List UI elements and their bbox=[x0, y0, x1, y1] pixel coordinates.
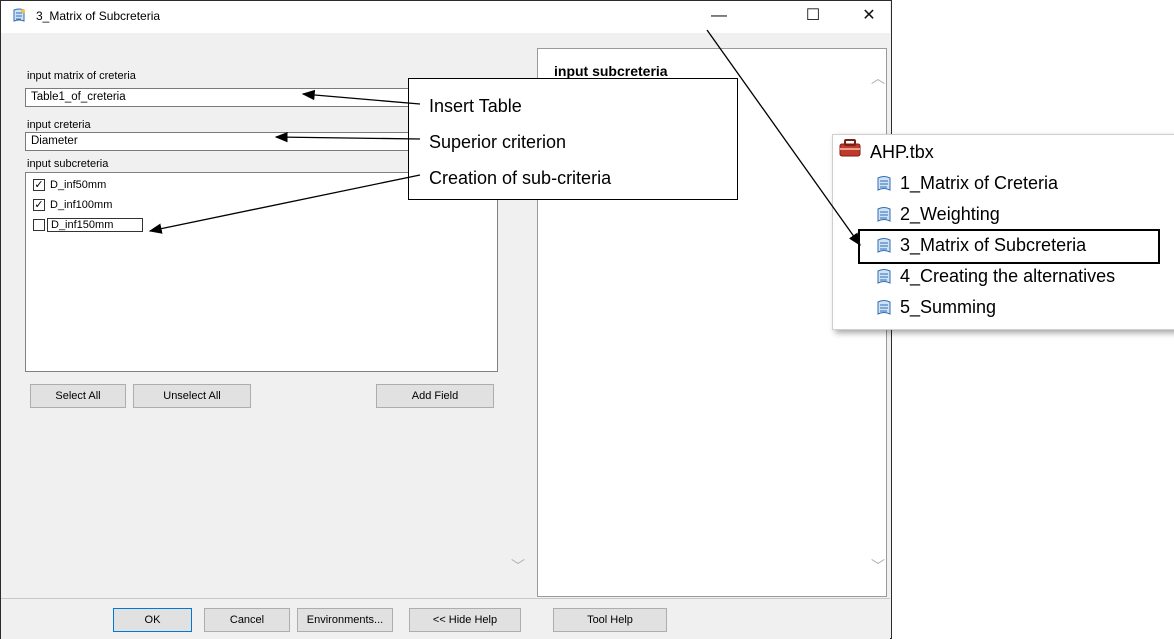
close-button[interactable]: ✕ bbox=[846, 1, 892, 31]
list-item-editing[interactable]: D_inf150mm bbox=[47, 218, 143, 232]
help-scroll-up-icon[interactable]: ︿ bbox=[871, 68, 885, 88]
minimize-button[interactable]: — bbox=[696, 1, 742, 31]
tool-item-3[interactable]: 3_Matrix of Subcreteria bbox=[900, 235, 1086, 256]
subcriteria-label: input subcreteria bbox=[27, 158, 109, 170]
scroll-down-icon[interactable]: ﹀ bbox=[511, 556, 525, 576]
cancel-button[interactable]: Cancel bbox=[204, 608, 290, 632]
tool-item-5[interactable]: 5_Summing bbox=[900, 297, 996, 318]
select-all-button[interactable]: Select All bbox=[30, 384, 126, 408]
script-tool-icon bbox=[877, 300, 891, 315]
annotation-creation-subcriteria: Creation of sub-criteria bbox=[429, 168, 612, 188]
ok-button[interactable]: OK bbox=[113, 608, 192, 632]
environments-button[interactable]: Environments... bbox=[297, 608, 393, 632]
subcriteria-checkbox-3[interactable] bbox=[33, 219, 45, 231]
criteria-label: input creteria bbox=[27, 119, 91, 131]
tool-item-4[interactable]: 4_Creating the alternatives bbox=[900, 266, 1115, 287]
tool-item-2[interactable]: 2_Weighting bbox=[900, 204, 1000, 225]
list-item: D_inf100mm bbox=[50, 199, 113, 211]
script-tool-icon bbox=[877, 269, 891, 284]
script-tool-icon bbox=[877, 207, 891, 222]
subcriteria-checkbox-2[interactable]: ✓ bbox=[33, 199, 45, 211]
hide-help-button[interactable]: << Hide Help bbox=[409, 608, 521, 632]
unselect-all-button[interactable]: Unselect All bbox=[133, 384, 251, 408]
script-tool-icon bbox=[877, 176, 891, 191]
tool-item-1[interactable]: 1_Matrix of Creteria bbox=[900, 173, 1058, 194]
toolbox-icon bbox=[839, 139, 861, 157]
toolbox-name[interactable]: AHP.tbx bbox=[870, 142, 934, 163]
annotation-superior-criterion: Superior criterion bbox=[429, 132, 567, 152]
list-item: D_inf50mm bbox=[50, 179, 107, 191]
script-tool-icon bbox=[13, 8, 25, 22]
maximize-button[interactable]: ☐ bbox=[790, 1, 836, 31]
subcriteria-checkbox-1[interactable]: ✓ bbox=[33, 179, 45, 191]
add-field-button[interactable]: Add Field bbox=[376, 384, 494, 408]
tool-help-button[interactable]: Tool Help bbox=[553, 608, 667, 632]
help-scroll-down-icon[interactable]: ﹀ bbox=[871, 556, 885, 576]
script-tool-icon bbox=[877, 238, 891, 253]
matrix-label: input matrix of creteria bbox=[27, 70, 136, 82]
annotation-insert-table: Insert Table bbox=[429, 96, 522, 116]
window-title: 3_Matrix of Subcreteria bbox=[36, 9, 161, 23]
help-title: input subcreteria bbox=[554, 63, 668, 79]
